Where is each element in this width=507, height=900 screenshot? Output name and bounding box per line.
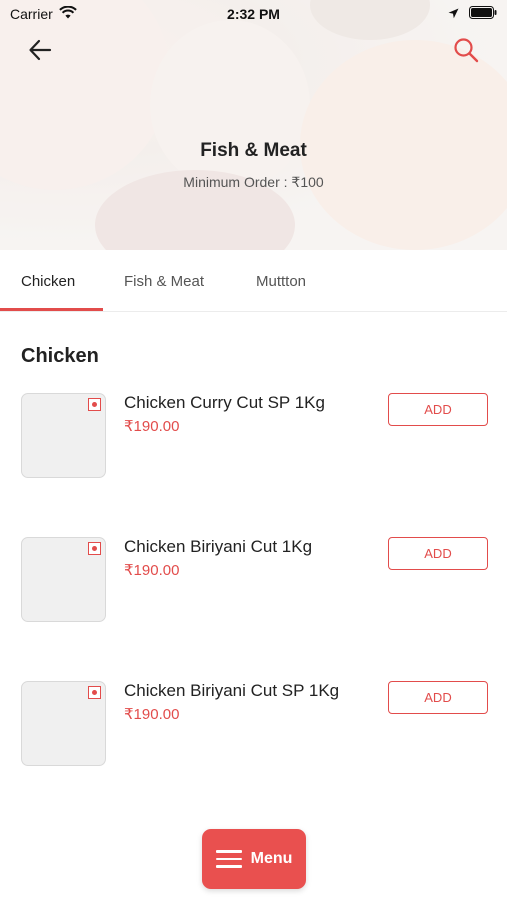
product-image[interactable] <box>21 537 106 622</box>
product-name: Chicken Biriyani Cut 1Kg <box>124 537 313 556</box>
wifi-icon <box>58 5 77 22</box>
back-button[interactable] <box>24 36 56 68</box>
tab-mutton[interactable]: Muttton <box>256 250 306 312</box>
add-button[interactable]: ADD <box>388 393 488 426</box>
search-icon <box>453 37 479 68</box>
add-button[interactable]: ADD <box>388 537 488 570</box>
add-button[interactable]: ADD <box>388 681 488 714</box>
status-bar: Carrier 2:32 PM <box>0 0 507 28</box>
tab-chicken[interactable]: Chicken <box>21 250 75 312</box>
product-image[interactable] <box>21 393 106 478</box>
menu-button[interactable]: Menu <box>202 829 306 889</box>
list-item: Chicken Curry Cut SP 1Kg ₹190.00 ADD <box>0 393 507 483</box>
tab-fish-meat[interactable]: Fish & Meat <box>124 250 204 312</box>
veg-mark-icon <box>88 542 101 555</box>
section-title: Chicken <box>21 345 99 367</box>
product-price: ₹190.00 <box>124 706 180 723</box>
product-price: ₹190.00 <box>124 562 180 579</box>
active-tab-indicator <box>0 308 103 311</box>
list-item: Chicken Biriyani Cut 1Kg ₹190.00 ADD <box>0 537 507 627</box>
product-name: Chicken Biriyani Cut SP 1Kg <box>124 681 340 700</box>
hamburger-icon <box>215 850 242 868</box>
arrow-left-icon <box>28 39 52 66</box>
minimum-order-text: Minimum Order : ₹100 <box>183 174 324 190</box>
product-image[interactable] <box>21 681 106 766</box>
veg-mark-icon <box>88 686 101 699</box>
carrier-label: Carrier <box>10 6 53 22</box>
menu-button-label: Menu <box>250 850 293 867</box>
list-item: Chicken Biriyani Cut SP 1Kg ₹190.00 ADD <box>0 681 507 771</box>
store-title: Fish & Meat <box>200 140 307 161</box>
product-price: ₹190.00 <box>124 418 180 435</box>
battery-icon <box>469 6 497 22</box>
veg-mark-icon <box>88 398 101 411</box>
category-tabs: Chicken Fish & Meat Muttton <box>0 250 507 312</box>
search-button[interactable] <box>450 36 482 68</box>
product-name: Chicken Curry Cut SP 1Kg <box>124 393 325 412</box>
header-banner <box>0 0 507 250</box>
location-arrow-icon <box>448 6 459 22</box>
